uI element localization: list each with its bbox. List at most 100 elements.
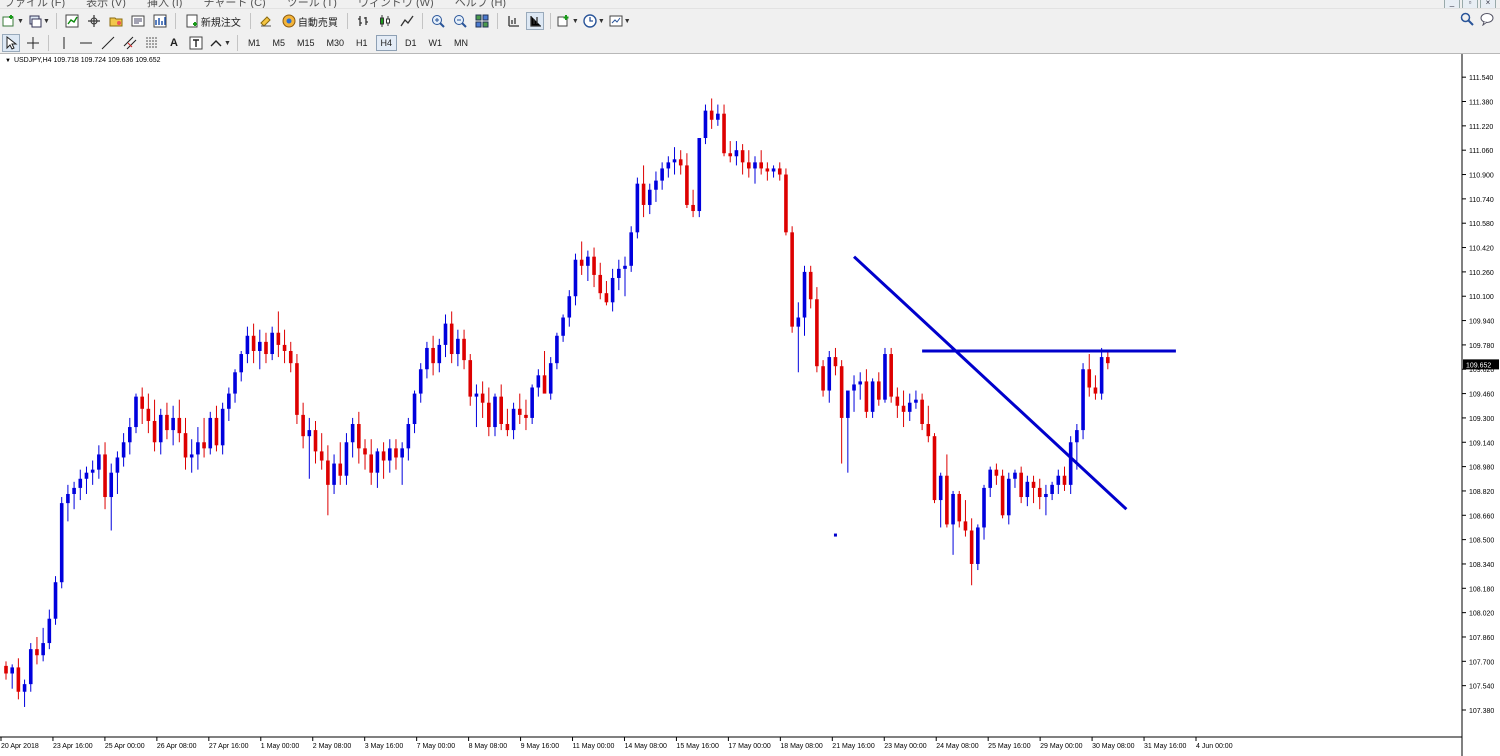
periods-button[interactable]: ▼ <box>583 12 605 30</box>
fibonacci-button[interactable] <box>143 34 161 52</box>
data-window-button[interactable] <box>85 12 103 30</box>
horizontal-line-button[interactable] <box>77 34 95 52</box>
bear-candle <box>1062 475 1067 485</box>
timeframe-m15-button[interactable]: M15 <box>293 35 319 51</box>
trendline-button[interactable] <box>99 34 117 52</box>
bear-candle <box>821 366 825 391</box>
dropdown-triangle-icon[interactable]: ▼ <box>5 58 11 64</box>
timeframe-w1-button[interactable]: W1 <box>425 35 447 51</box>
zoom-out-button[interactable] <box>451 12 469 30</box>
menu-help[interactable]: ヘルプ (H) <box>455 0 506 8</box>
menu-insert[interactable]: 挿入 (I) <box>147 0 182 8</box>
arrows-icon <box>210 40 222 47</box>
price-chart[interactable]: 111.540 111.380 111.220 111.060 110.900 110.7… <box>0 54 1500 756</box>
timeframe-group: M1 M5 M15 M30 H1 H4 D1 W1 MN <box>242 35 474 51</box>
bear-candle <box>1000 475 1005 516</box>
crosshair-tool-button[interactable] <box>24 34 42 52</box>
new-chart-button[interactable]: ▼ <box>2 12 24 30</box>
crosshair-icon <box>27 37 39 49</box>
bull-candle <box>233 372 237 394</box>
vertical-line-button[interactable] <box>55 34 73 52</box>
zoom-in-icon <box>431 15 445 28</box>
bull-candle <box>53 582 58 619</box>
timeframe-d1-button[interactable]: D1 <box>401 35 421 51</box>
bull-candle <box>344 442 349 476</box>
fibonacci-icon <box>146 37 158 48</box>
bull-candle <box>400 448 404 458</box>
auto-trading-button[interactable]: 自動売買 <box>279 12 341 30</box>
y-tick-label: 108.660 <box>1469 513 1494 520</box>
bull-candle <box>511 408 516 431</box>
chart-window[interactable]: 111.540 111.380 111.220 111.060 110.900 110.7… <box>0 54 1500 756</box>
x-tick-label: 30 May 08:00 <box>1092 743 1135 750</box>
new-chart-icon <box>2 15 14 27</box>
templates-button[interactable]: ▼ <box>609 12 631 30</box>
bull-candle <box>1068 442 1073 485</box>
navigator-button[interactable] <box>107 12 125 30</box>
bear-candle <box>140 396 144 409</box>
menu-tools[interactable]: ツール (T) <box>287 0 337 8</box>
bear-candle <box>1106 357 1110 364</box>
x-tick-label: 15 May 16:00 <box>676 743 719 750</box>
toolbar-separator <box>249 13 251 29</box>
auto-scroll-button[interactable] <box>525 12 544 30</box>
bear-candle <box>579 259 584 266</box>
bear-candle <box>276 332 281 345</box>
market-watch-button[interactable] <box>63 12 81 30</box>
bear-candle <box>691 204 695 212</box>
metaeditor-button[interactable] <box>257 12 275 30</box>
bear-candle <box>839 366 844 418</box>
profiles-button[interactable]: ▼ <box>28 12 50 30</box>
chat-icon[interactable] <box>1480 12 1494 26</box>
text-label-button[interactable] <box>187 34 205 52</box>
terminal-button[interactable] <box>129 12 147 30</box>
menu-window[interactable]: ウィンドウ (W) <box>358 0 434 8</box>
cursor-tool-button[interactable] <box>2 34 20 52</box>
close-button[interactable]: × <box>1480 0 1496 8</box>
timeframe-m5-button[interactable]: M5 <box>268 35 289 51</box>
tile-windows-icon <box>475 14 489 28</box>
menu-chart[interactable]: チャート (C) <box>203 0 265 8</box>
search-icon[interactable] <box>1460 12 1474 26</box>
x-tick-label: 18 May 08:00 <box>780 743 823 750</box>
timeframe-m1-button[interactable]: M1 <box>244 35 265 51</box>
timeframe-h4-button[interactable]: H4 <box>375 35 398 51</box>
bull-candle <box>109 472 114 498</box>
y-tick-label: 110.260 <box>1469 270 1494 277</box>
bull-candle <box>418 369 423 394</box>
bear-candle <box>468 360 473 397</box>
bear-candle <box>876 381 881 400</box>
tile-windows-button[interactable] <box>473 12 491 30</box>
new-order-button[interactable]: 新規注文 <box>182 12 244 30</box>
text-tool-icon: A <box>170 37 178 49</box>
zoom-in-button[interactable] <box>429 12 447 30</box>
timeframe-mn-button[interactable]: MN <box>450 35 472 51</box>
y-tick-label: 107.700 <box>1469 659 1494 666</box>
text-tool-button[interactable]: A <box>165 34 183 52</box>
bull-candle <box>375 451 380 473</box>
bull-candle <box>914 399 918 403</box>
line-chart-button[interactable] <box>398 12 416 30</box>
y-tick-label: 111.060 <box>1469 148 1493 155</box>
arrows-button[interactable]: ▼ <box>209 34 231 52</box>
bull-candle <box>734 150 739 157</box>
menu-file[interactable]: ファイル (F) <box>4 0 65 8</box>
chart-shift-button[interactable] <box>504 12 522 30</box>
bull-candle <box>870 381 875 412</box>
toolbar-separator <box>549 13 551 29</box>
menu-view[interactable]: 表示 (V) <box>86 0 126 8</box>
channel-button[interactable] <box>121 34 139 52</box>
toolbar-separator <box>421 13 423 29</box>
indicators-button[interactable]: ▼ <box>557 12 579 30</box>
x-tick-label: 11 May 00:00 <box>573 743 615 750</box>
timeframe-m30-button[interactable]: M30 <box>322 35 348 51</box>
timeframe-h1-button[interactable]: H1 <box>352 35 372 51</box>
bar-chart-button[interactable] <box>354 12 372 30</box>
x-tick-label: 21 May 16:00 <box>832 743 875 750</box>
strategy-tester-button[interactable] <box>151 12 169 30</box>
bear-candle <box>146 408 151 421</box>
candlestick-button[interactable] <box>376 12 394 30</box>
restore-button[interactable]: ▫ <box>1462 0 1478 8</box>
minimize-button[interactable]: _ <box>1444 0 1460 8</box>
current-price-label: 109.652 <box>1466 362 1491 369</box>
